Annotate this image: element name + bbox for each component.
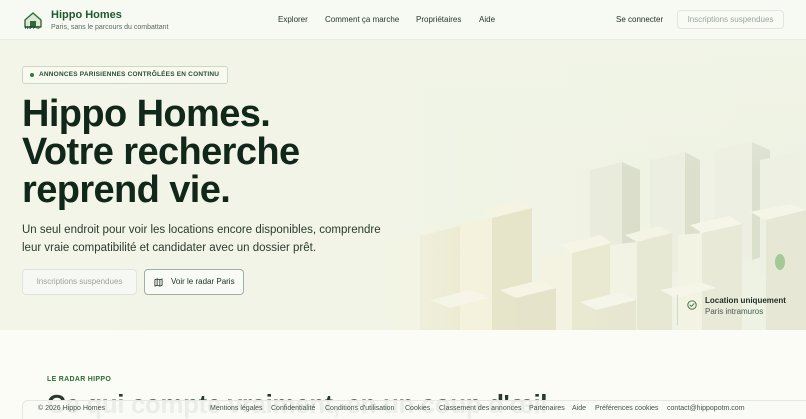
status-dot-icon <box>30 73 34 77</box>
signup-disabled-hero-button[interactable]: Inscriptions suspendues <box>22 269 137 295</box>
footer-link-legal[interactable]: Mentions légales <box>210 405 263 412</box>
logo-caption: HIPPO <box>25 25 41 30</box>
headline-line-1: Hippo Homes. <box>22 93 271 135</box>
badge-label: ANNONCES PARISIENNES CONTRÔLÉES EN CONTI… <box>39 71 220 78</box>
brand-tagline: Paris, sans le parcours du combattant <box>51 24 169 31</box>
footer-link-ranking[interactable]: Classement des annonces <box>439 405 522 412</box>
city-buildings-illustration <box>360 40 806 330</box>
footer-link-privacy[interactable]: Confidentialité <box>271 405 315 412</box>
nav-help[interactable]: Aide <box>479 15 495 24</box>
login-link[interactable]: Se connecter <box>616 15 663 24</box>
headline-line-3: reprend vie. <box>22 169 231 211</box>
radar-button-label: Voir le radar Paris <box>171 277 235 286</box>
footer-link-cookie-prefs[interactable]: Préférences cookies <box>595 405 658 412</box>
check-circle-icon <box>687 300 697 310</box>
signup-disabled-button[interactable]: Inscriptions suspendues <box>677 10 784 29</box>
location-subtitle: Paris intramuros <box>705 307 764 316</box>
brand-name[interactable]: Hippo Homes <box>51 9 122 21</box>
footer-copyright: © 2026 Hippo Homes <box>38 405 106 412</box>
radar-paris-button[interactable]: Voir le radar Paris <box>144 269 244 295</box>
footer-link-partners[interactable]: Partenaires <box>529 405 565 412</box>
footer-link-help[interactable]: Aide <box>572 405 586 412</box>
location-title: Location uniquement <box>705 296 786 305</box>
footer-link-contact[interactable]: contact@hippopotm.com <box>667 405 745 412</box>
hero-headline: Hippo Homes. Votre recherche reprend vie… <box>22 95 300 209</box>
nav-how-it-works[interactable]: Comment ça marche <box>325 15 399 24</box>
site-header: HIPPO Hippo Homes Paris, sans le parcour… <box>0 0 806 40</box>
nav-explorer[interactable]: Explorer <box>278 15 308 24</box>
footer-link-cookies[interactable]: Cookies <box>405 405 430 412</box>
headline-line-2: Votre recherche <box>22 131 300 173</box>
map-icon <box>154 278 163 287</box>
location-divider <box>677 295 678 325</box>
monitoring-badge: ANNONCES PARISIENNES CONTRÔLÉES EN CONTI… <box>22 66 229 84</box>
hero-lead: Un seul endroit pour voir les locations … <box>22 224 381 254</box>
nav-owners[interactable]: Propriétaires <box>416 15 461 24</box>
footer-link-terms[interactable]: Conditions d'utilisation <box>325 405 394 412</box>
section-label: LE RADAR HIPPO <box>47 376 112 383</box>
